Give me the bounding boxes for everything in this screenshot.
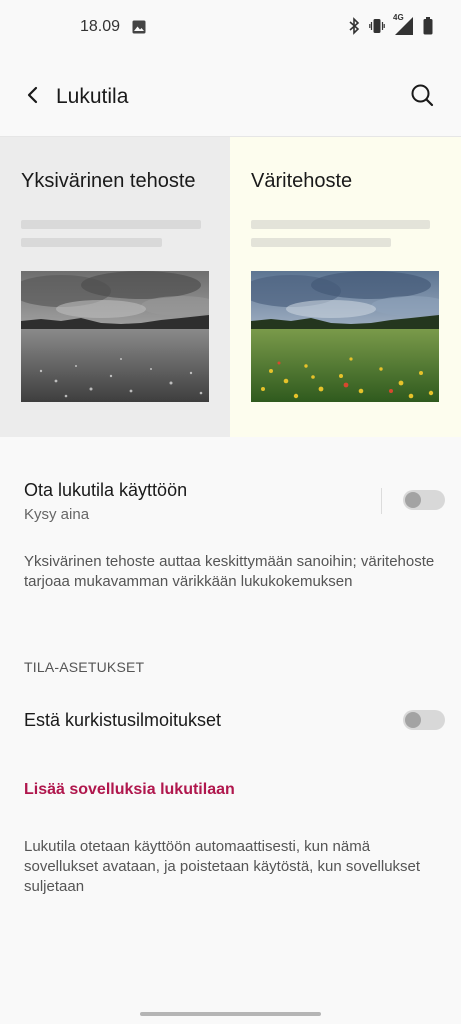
signal-icon: 4G [392, 13, 414, 36]
effect-description: Yksivärinen tehoste auttaa keskittymään … [24, 553, 435, 590]
home-indicator[interactable] [140, 1012, 321, 1016]
search-icon [410, 83, 434, 112]
vibrate-icon [369, 17, 385, 35]
search-button[interactable] [407, 82, 437, 112]
switch-knob [405, 712, 421, 728]
status-bar: 18.09 4G [0, 0, 461, 56]
text-placeholder-line [251, 220, 430, 229]
enable-reading-mode-row[interactable]: Ota lukutila käyttöön Kysy aina [0, 466, 461, 536]
page-title: Lukutila [56, 85, 129, 108]
text-placeholder-line [251, 238, 391, 247]
color-preview-image [251, 271, 439, 402]
switch-knob [405, 492, 421, 508]
status-time: 18.09 [80, 18, 121, 35]
enable-reading-mode-title: Ota lukutila käyttöön [24, 480, 188, 500]
gallery-icon [132, 20, 146, 34]
enable-reading-mode-subtitle: Kysy aina [24, 506, 90, 523]
network-label: 4G [392, 13, 405, 22]
battery-icon [423, 17, 433, 35]
back-arrow-icon [26, 85, 40, 110]
enable-reading-mode-switch[interactable] [403, 490, 445, 510]
block-peek-notifications-row[interactable]: Estä kurkistusilmoitukset [0, 695, 461, 747]
block-peek-notifications-switch[interactable] [403, 710, 445, 730]
effect-preview: Yksivärinen tehoste Väritehoste [0, 137, 461, 437]
mono-preview-image [21, 271, 209, 402]
add-apps-link[interactable]: Lisää sovelluksia lukutilaan [24, 781, 235, 799]
bluetooth-icon [348, 17, 360, 35]
footer-note: Lukutila otetaan käyttöön automaattisest… [24, 838, 421, 895]
mono-effect-card[interactable]: Yksivärinen tehoste [0, 137, 230, 437]
text-placeholder-line [21, 238, 162, 247]
mono-effect-title: Yksivärinen tehoste [21, 170, 196, 192]
block-peek-notifications-title: Estä kurkistusilmoitukset [24, 710, 222, 730]
status-icons: 4G [348, 13, 433, 36]
app-bar: Lukutila [0, 64, 461, 132]
text-placeholder-line [21, 220, 201, 229]
row-separator [381, 488, 382, 514]
color-effect-title: Väritehoste [251, 170, 353, 192]
back-button[interactable] [18, 82, 48, 112]
section-header: TILA-ASETUKSET [24, 659, 145, 675]
color-effect-card[interactable]: Väritehoste [230, 137, 461, 437]
